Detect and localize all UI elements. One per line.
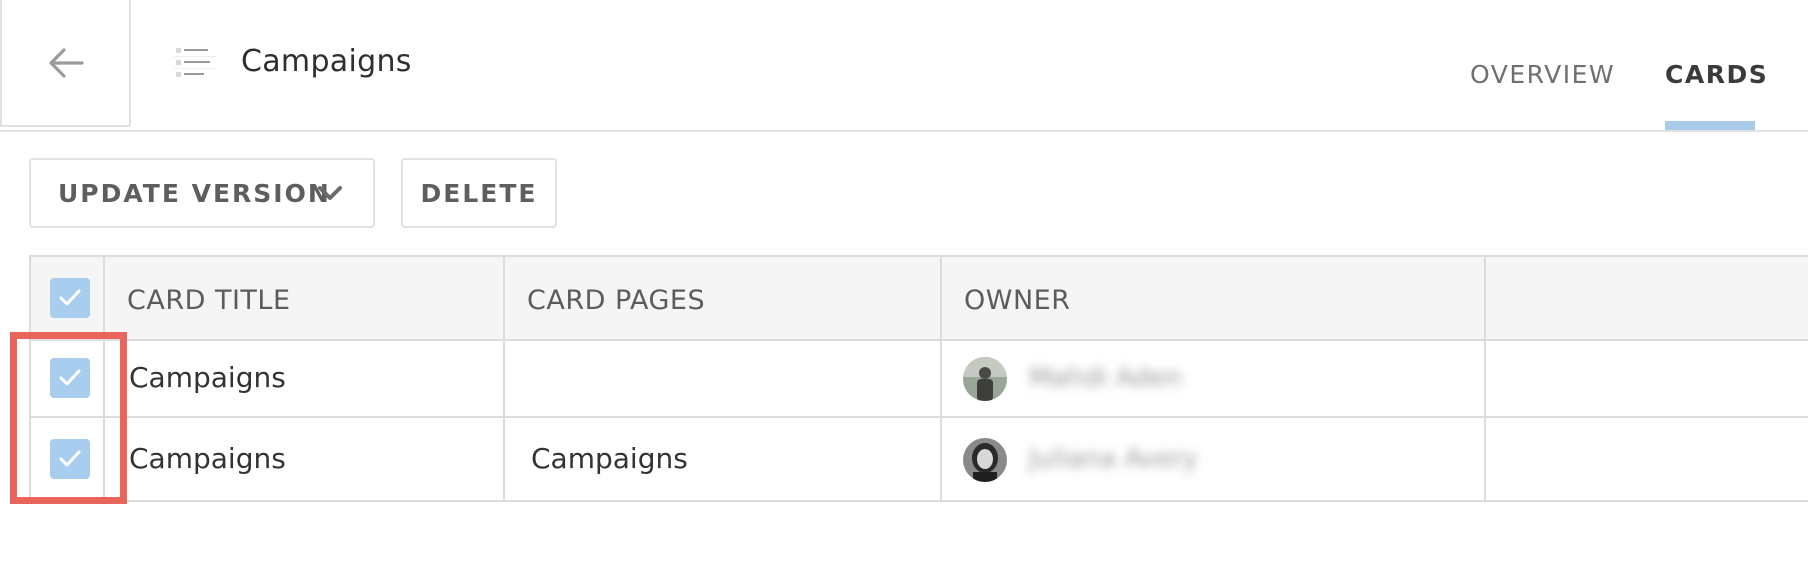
arrow-left-icon: [48, 47, 84, 78]
column-header-card-title[interactable]: CARD TITLE: [127, 285, 291, 316]
tab-cards[interactable]: CARDS: [1665, 60, 1768, 89]
back-button[interactable]: [0, 0, 131, 127]
cards-table: CARD TITLE CARD PAGES OWNER Campaigns Ma…: [29, 255, 1808, 502]
column-header-card-pages[interactable]: CARD PAGES: [527, 285, 705, 316]
table-row[interactable]: Campaigns Mahdi Aden: [31, 341, 1808, 418]
delete-label: DELETE: [420, 178, 538, 208]
page-title: Campaigns: [241, 44, 412, 79]
column-header-owner[interactable]: OWNER: [964, 285, 1070, 316]
chevron-down-icon: [318, 186, 342, 200]
owner-name: Juliana Avery: [1029, 444, 1198, 474]
update-version-button[interactable]: UPDATE VERSION: [29, 158, 375, 228]
tab-overview[interactable]: OVERVIEW: [1470, 60, 1615, 89]
column-divider: [1484, 257, 1486, 502]
table-header-row: CARD TITLE CARD PAGES OWNER: [31, 257, 1808, 341]
select-all-checkbox[interactable]: [50, 278, 90, 318]
page-thumbnail-icon: [174, 44, 216, 84]
card-pages-cell[interactable]: Campaigns: [531, 442, 688, 475]
highlight-box: [10, 332, 127, 504]
avatar: [963, 357, 1007, 401]
active-tab-indicator: [1665, 121, 1755, 130]
table-row[interactable]: Campaigns Campaigns Juliana Avery: [31, 418, 1808, 502]
column-divider: [940, 257, 942, 502]
card-title-cell[interactable]: Campaigns: [129, 361, 286, 394]
page-header: Campaigns OVERVIEW CARDS: [0, 0, 1808, 132]
delete-button[interactable]: DELETE: [401, 158, 557, 228]
checkmark-icon: [59, 289, 81, 306]
update-version-label: UPDATE VERSION: [58, 178, 331, 208]
column-divider: [503, 257, 505, 502]
avatar: [963, 438, 1007, 482]
card-title-cell[interactable]: Campaigns: [129, 442, 286, 475]
owner-name: Mahdi Aden: [1029, 363, 1183, 393]
